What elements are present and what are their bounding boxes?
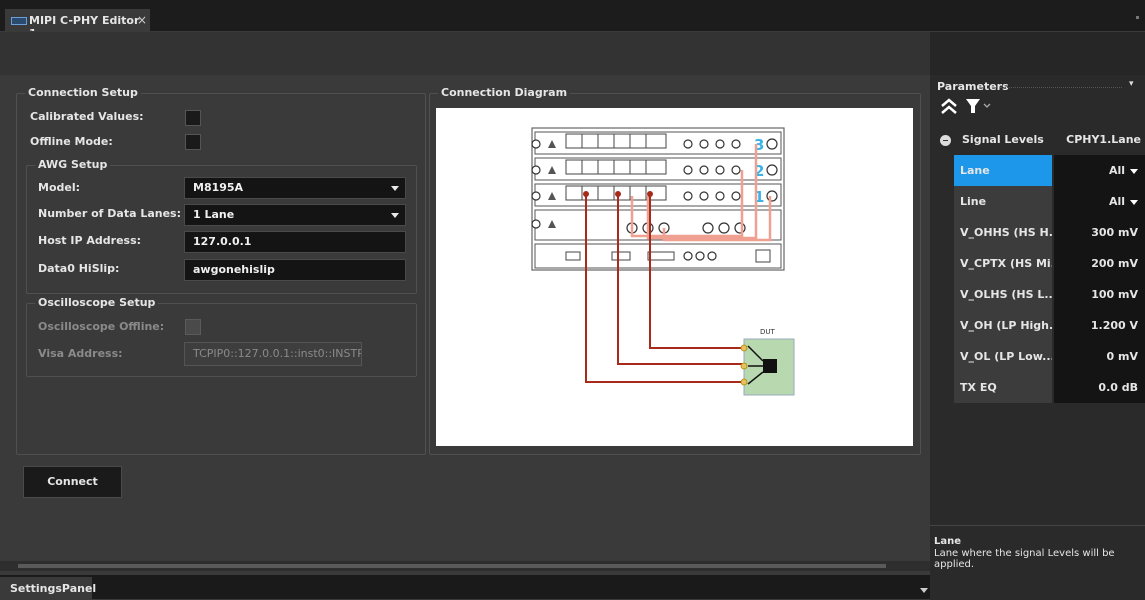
parameters-title-separator [1000,87,1122,90]
chevron-down-icon [391,213,399,218]
parameter-name: Lane [954,155,1052,186]
host-ip-input[interactable]: 127.0.0.1 [184,231,406,253]
parameter-value[interactable]: 0 mV [1054,341,1145,372]
visa-address-value: TCPIP0::127.0.0.1::inst0::INSTR [193,347,362,360]
tab-overflow-icon[interactable] [1136,16,1139,19]
chevron-down-icon [391,186,399,191]
parameter-row[interactable]: V_CPTX (HS Mi... 200 mV [954,248,1145,279]
data-lanes-value: 1 Lane [193,208,235,221]
close-icon[interactable]: × [137,13,147,27]
awg-setup-title: AWG Setup [35,158,111,171]
host-ip-label: Host IP Address: [38,234,142,247]
tab-mipi-cphy-editor[interactable]: MIPI C-PHY Editor 1 × [5,9,150,40]
description-text: Lane where the signal Levels will be app… [934,548,1115,570]
offline-mode-label: Offline Mode: [30,135,113,148]
data-lanes-select[interactable]: 1 Lane [184,204,406,226]
pin-icon[interactable]: ▾ [1129,79,1134,89]
parameter-value-text: 0.0 dB [1098,381,1138,394]
parameter-value[interactable]: 1.200 V [1054,310,1145,341]
parameter-value-text: 300 mV [1091,226,1138,239]
editor-icon [11,17,27,25]
toolbar [0,32,930,75]
parameter-value-text: 100 mV [1091,288,1138,301]
parameter-row[interactable]: V_OH (LP High... 1.200 V [954,310,1145,341]
parameter-value[interactable]: All [1054,186,1145,217]
document-tab-bar [0,0,1145,32]
parameter-row[interactable]: Lane All [954,155,1145,186]
hislip-input[interactable]: awgonehislip [184,259,406,281]
parameter-name: Line [954,186,1052,217]
collapse-icon-mark [943,140,948,141]
bottom-panel-bar [0,575,930,599]
parameter-row[interactable]: V_OL (LP Low... 0 mV [954,341,1145,372]
hislip-label: Data0 HiSlip: [38,262,120,275]
parameter-description-panel: Lane Lane where the signal Levels will b… [930,525,1145,600]
settings-panel-tab[interactable]: SettingsPanel [0,577,96,599]
parameter-row[interactable]: TX EQ 0.0 dB [954,372,1145,403]
parameter-row[interactable]: V_OLHS (HS L... 100 mV [954,279,1145,310]
parameter-row[interactable]: Line All [954,186,1145,217]
parameter-value-text: 200 mV [1091,257,1138,270]
parameter-value[interactable]: All [1054,155,1145,186]
filter-icon[interactable] [964,96,994,116]
parameter-name: V_CPTX (HS Mi... [954,248,1052,279]
parameter-name: V_OLHS (HS L... [954,279,1052,310]
parameter-name: V_OH (LP High... [954,310,1052,341]
connect-button[interactable]: Connect [23,466,122,498]
settings-panel-label: SettingsPanel [10,582,97,595]
collapse-all-icon[interactable] [938,95,960,117]
description-title: Lane [934,536,962,547]
connection-setup-title: Connection Setup [25,86,141,99]
model-select[interactable]: M8195A [184,177,406,199]
parameter-name: TX EQ [954,372,1052,403]
calibrated-values-checkbox[interactable] [185,110,201,126]
connection-diagram-title: Connection Diagram [438,86,571,99]
signal-levels-group-header[interactable]: Signal Levels CPHY1.Lane [934,128,1145,153]
visa-address-label: Visa Address: [38,347,123,360]
parameter-value-text: All [1108,164,1125,177]
dut-label: DUT [760,328,776,336]
oscilloscope-setup-title: Oscilloscope Setup [35,296,159,309]
horizontal-scroll-thumb[interactable] [18,564,886,568]
model-value: M8195A [193,181,244,194]
model-label: Model: [38,181,81,194]
toolbar-right [930,32,1145,75]
parameter-value-text: 0 mV [1106,350,1138,363]
instrument-rack-drawing: 3 2 1 DUT [531,127,795,396]
parameter-row[interactable]: V_OHHS (HS H... 300 mV [954,217,1145,248]
signal-levels-value: CPHY1.Lane [1066,133,1141,146]
scope-offline-label: Oscilloscope Offline: [38,320,165,333]
chevron-down-icon [1130,199,1138,205]
parameter-value[interactable]: 300 mV [1054,217,1145,248]
parameter-value[interactable]: 200 mV [1054,248,1145,279]
data-lanes-label: Number of Data Lanes: [38,207,181,220]
horizontal-scrollbar[interactable] [0,561,930,571]
parameter-value[interactable]: 100 mV [1054,279,1145,310]
parameters-title: Parameters [937,80,1009,93]
calibrated-values-label: Calibrated Values: [30,110,144,123]
parameter-name: V_OL (LP Low... [954,341,1052,372]
dut-chip [763,359,777,373]
connect-button-label: Connect [47,475,98,488]
parameter-name: V_OHHS (HS H... [954,217,1052,248]
parameter-value-text: All [1108,195,1125,208]
connection-diagram-canvas: 3 2 1 DUT [436,108,913,446]
chevron-down-icon [1130,168,1138,174]
visa-address-input[interactable]: TCPIP0::127.0.0.1::inst0::INSTR [184,342,362,366]
parameter-value[interactable]: 0.0 dB [1054,372,1145,403]
scope-offline-checkbox[interactable] [185,319,201,335]
parameter-value-text: 1.200 V [1090,319,1138,332]
signal-levels-label: Signal Levels [962,133,1044,146]
offline-mode-checkbox[interactable] [185,134,201,150]
chevron-down-icon[interactable] [920,588,928,593]
